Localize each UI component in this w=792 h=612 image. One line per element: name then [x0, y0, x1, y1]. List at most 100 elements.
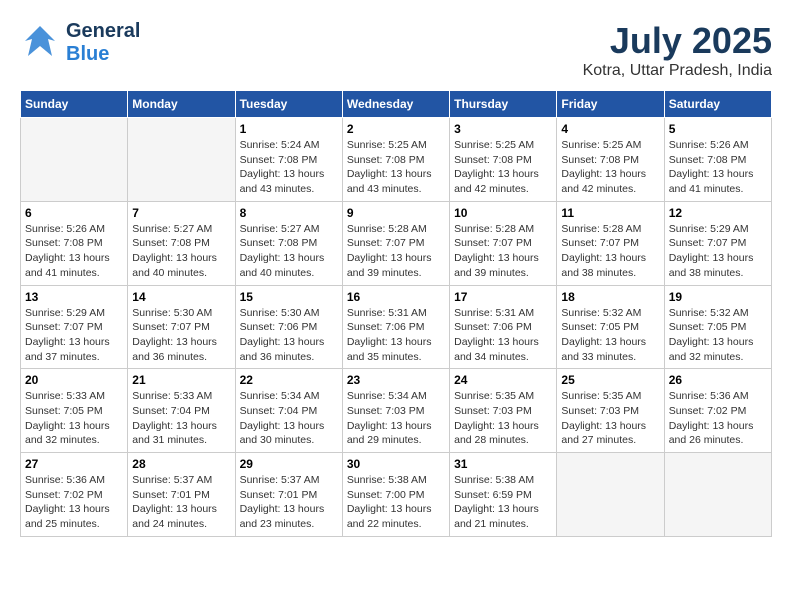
logo-bird-icon: [20, 21, 60, 66]
calendar-cell: [557, 453, 664, 537]
day-number: 8: [240, 206, 338, 220]
calendar-cell: 20Sunrise: 5:33 AMSunset: 7:05 PMDayligh…: [21, 369, 128, 453]
weekday-header: Wednesday: [342, 91, 449, 118]
calendar-cell: 16 Sunrise: 5:31 AMSunset: 7:06 PMDayligh…: [342, 285, 449, 369]
day-info: Sunrise: 5:37 AMSunset: 7:01 PMDaylight:…: [132, 473, 230, 532]
page-header: General Blue July 2025 Kotra, Uttar Prad…: [20, 20, 772, 80]
calendar-cell: 6 Sunrise: 5:26 AMSunset: 7:08 PMDaylight…: [21, 201, 128, 285]
title-block: July 2025 Kotra, Uttar Pradesh, India: [583, 20, 772, 80]
calendar-cell: 17 Sunrise: 5:31 AMSunset: 7:06 PMDayligh…: [450, 285, 557, 369]
day-info: Sunrise: 5:25 AMSunset: 7:08 PMDaylight:…: [561, 138, 659, 197]
day-info: Sunrise: 5:33 AMSunset: 7:05 PMDaylight:…: [25, 389, 123, 448]
calendar-cell: 2 Sunrise: 5:25 AMSunset: 7:08 PMDaylight…: [342, 118, 449, 202]
day-info: Sunrise: 5:36 AMSunset: 7:02 PMDaylight:…: [25, 473, 123, 532]
day-number: 4: [561, 122, 659, 136]
calendar-cell: 1 Sunrise: 5:24 AMSunset: 7:08 PMDaylight…: [235, 118, 342, 202]
calendar-cell: 14 Sunrise: 5:30 AMSunset: 7:07 PMDayligh…: [128, 285, 235, 369]
day-number: 6: [25, 206, 123, 220]
day-info: Sunrise: 5:35 AMSunset: 7:03 PMDaylight:…: [454, 389, 552, 448]
weekday-header: Saturday: [664, 91, 771, 118]
calendar-cell: 4 Sunrise: 5:25 AMSunset: 7:08 PMDaylight…: [557, 118, 664, 202]
day-number: 12: [669, 206, 767, 220]
calendar-cell: 29 Sunrise: 5:37 AMSunset: 7:01 PMDayligh…: [235, 453, 342, 537]
calendar-cell: 22 Sunrise: 5:34 AMSunset: 7:04 PMDayligh…: [235, 369, 342, 453]
calendar-week-row: 1 Sunrise: 5:24 AMSunset: 7:08 PMDaylight…: [21, 118, 772, 202]
calendar-cell: 9Sunrise: 5:28 AMSunset: 7:07 PMDaylight…: [342, 201, 449, 285]
calendar-cell: 7 Sunrise: 5:27 AMSunset: 7:08 PMDaylight…: [128, 201, 235, 285]
day-number: 22: [240, 373, 338, 387]
location-subtitle: Kotra, Uttar Pradesh, India: [583, 62, 772, 80]
day-number: 31: [454, 457, 552, 471]
day-number: 19: [669, 290, 767, 304]
calendar-week-row: 27 Sunrise: 5:36 AMSunset: 7:02 PMDayligh…: [21, 453, 772, 537]
month-year-title: July 2025: [583, 20, 772, 62]
day-info: Sunrise: 5:31 AMSunset: 7:06 PMDaylight:…: [347, 306, 445, 365]
calendar-cell: [21, 118, 128, 202]
day-info: Sunrise: 5:30 AMSunset: 7:07 PMDaylight:…: [132, 306, 230, 365]
calendar-cell: 28 Sunrise: 5:37 AMSunset: 7:01 PMDayligh…: [128, 453, 235, 537]
day-number: 3: [454, 122, 552, 136]
day-number: 13: [25, 290, 123, 304]
day-number: 1: [240, 122, 338, 136]
day-info: Sunrise: 5:34 AMSunset: 7:04 PMDaylight:…: [240, 389, 338, 448]
weekday-header: Sunday: [21, 91, 128, 118]
day-number: 27: [25, 457, 123, 471]
weekday-header-row: SundayMondayTuesdayWednesdayThursdayFrid…: [21, 91, 772, 118]
day-number: 26: [669, 373, 767, 387]
calendar-cell: 18 Sunrise: 5:32 AMSunset: 7:05 PMDayligh…: [557, 285, 664, 369]
day-info: Sunrise: 5:28 AMSunset: 7:07 PMDaylight:…: [454, 222, 552, 281]
calendar-cell: 5Sunrise: 5:26 AMSunset: 7:08 PMDaylight…: [664, 118, 771, 202]
day-number: 23: [347, 373, 445, 387]
day-info: Sunrise: 5:25 AMSunset: 7:08 PMDaylight:…: [347, 138, 445, 197]
calendar-cell: 25 Sunrise: 5:35 AMSunset: 7:03 PMDayligh…: [557, 369, 664, 453]
day-info: Sunrise: 5:36 AMSunset: 7:02 PMDaylight:…: [669, 389, 767, 448]
calendar-cell: 31Sunrise: 5:38 AMSunset: 6:59 PMDayligh…: [450, 453, 557, 537]
day-info: Sunrise: 5:26 AMSunset: 7:08 PMDaylight:…: [25, 222, 123, 281]
calendar-cell: 10 Sunrise: 5:28 AMSunset: 7:07 PMDayligh…: [450, 201, 557, 285]
day-number: 15: [240, 290, 338, 304]
day-info: Sunrise: 5:27 AMSunset: 7:08 PMDaylight:…: [132, 222, 230, 281]
calendar-cell: 13Sunrise: 5:29 AMSunset: 7:07 PMDayligh…: [21, 285, 128, 369]
day-number: 21: [132, 373, 230, 387]
calendar-week-row: 20Sunrise: 5:33 AMSunset: 7:05 PMDayligh…: [21, 369, 772, 453]
day-info: Sunrise: 5:32 AMSunset: 7:05 PMDaylight:…: [561, 306, 659, 365]
calendar-cell: 19 Sunrise: 5:32 AMSunset: 7:05 PMDayligh…: [664, 285, 771, 369]
day-info: Sunrise: 5:34 AMSunset: 7:03 PMDaylight:…: [347, 389, 445, 448]
logo-text-block: General Blue: [66, 20, 140, 66]
day-number: 2: [347, 122, 445, 136]
day-number: 9: [347, 206, 445, 220]
day-info: Sunrise: 5:28 AMSunset: 7:07 PMDaylight:…: [561, 222, 659, 281]
day-number: 30: [347, 457, 445, 471]
day-number: 25: [561, 373, 659, 387]
day-info: Sunrise: 5:37 AMSunset: 7:01 PMDaylight:…: [240, 473, 338, 532]
calendar-week-row: 6 Sunrise: 5:26 AMSunset: 7:08 PMDaylight…: [21, 201, 772, 285]
weekday-header: Monday: [128, 91, 235, 118]
day-info: Sunrise: 5:29 AMSunset: 7:07 PMDaylight:…: [669, 222, 767, 281]
day-number: 18: [561, 290, 659, 304]
day-number: 11: [561, 206, 659, 220]
calendar-cell: 3 Sunrise: 5:25 AMSunset: 7:08 PMDaylight…: [450, 118, 557, 202]
calendar-cell: 27 Sunrise: 5:36 AMSunset: 7:02 PMDayligh…: [21, 453, 128, 537]
day-number: 29: [240, 457, 338, 471]
calendar-cell: [128, 118, 235, 202]
day-info: Sunrise: 5:31 AMSunset: 7:06 PMDaylight:…: [454, 306, 552, 365]
day-number: 7: [132, 206, 230, 220]
day-number: 17: [454, 290, 552, 304]
day-info: Sunrise: 5:38 AMSunset: 7:00 PMDaylight:…: [347, 473, 445, 532]
calendar-cell: 21Sunrise: 5:33 AMSunset: 7:04 PMDayligh…: [128, 369, 235, 453]
calendar-week-row: 13Sunrise: 5:29 AMSunset: 7:07 PMDayligh…: [21, 285, 772, 369]
calendar-cell: 24Sunrise: 5:35 AMSunset: 7:03 PMDayligh…: [450, 369, 557, 453]
calendar-cell: 26 Sunrise: 5:36 AMSunset: 7:02 PMDayligh…: [664, 369, 771, 453]
day-info: Sunrise: 5:30 AMSunset: 7:06 PMDaylight:…: [240, 306, 338, 365]
calendar-table: SundayMondayTuesdayWednesdayThursdayFrid…: [20, 90, 772, 537]
day-info: Sunrise: 5:32 AMSunset: 7:05 PMDaylight:…: [669, 306, 767, 365]
day-number: 14: [132, 290, 230, 304]
day-info: Sunrise: 5:25 AMSunset: 7:08 PMDaylight:…: [454, 138, 552, 197]
logo-blue-text: Blue: [66, 43, 140, 66]
day-info: Sunrise: 5:35 AMSunset: 7:03 PMDaylight:…: [561, 389, 659, 448]
day-number: 28: [132, 457, 230, 471]
day-info: Sunrise: 5:24 AMSunset: 7:08 PMDaylight:…: [240, 138, 338, 197]
day-number: 16: [347, 290, 445, 304]
day-number: 10: [454, 206, 552, 220]
logo-general-text: General: [66, 20, 140, 43]
